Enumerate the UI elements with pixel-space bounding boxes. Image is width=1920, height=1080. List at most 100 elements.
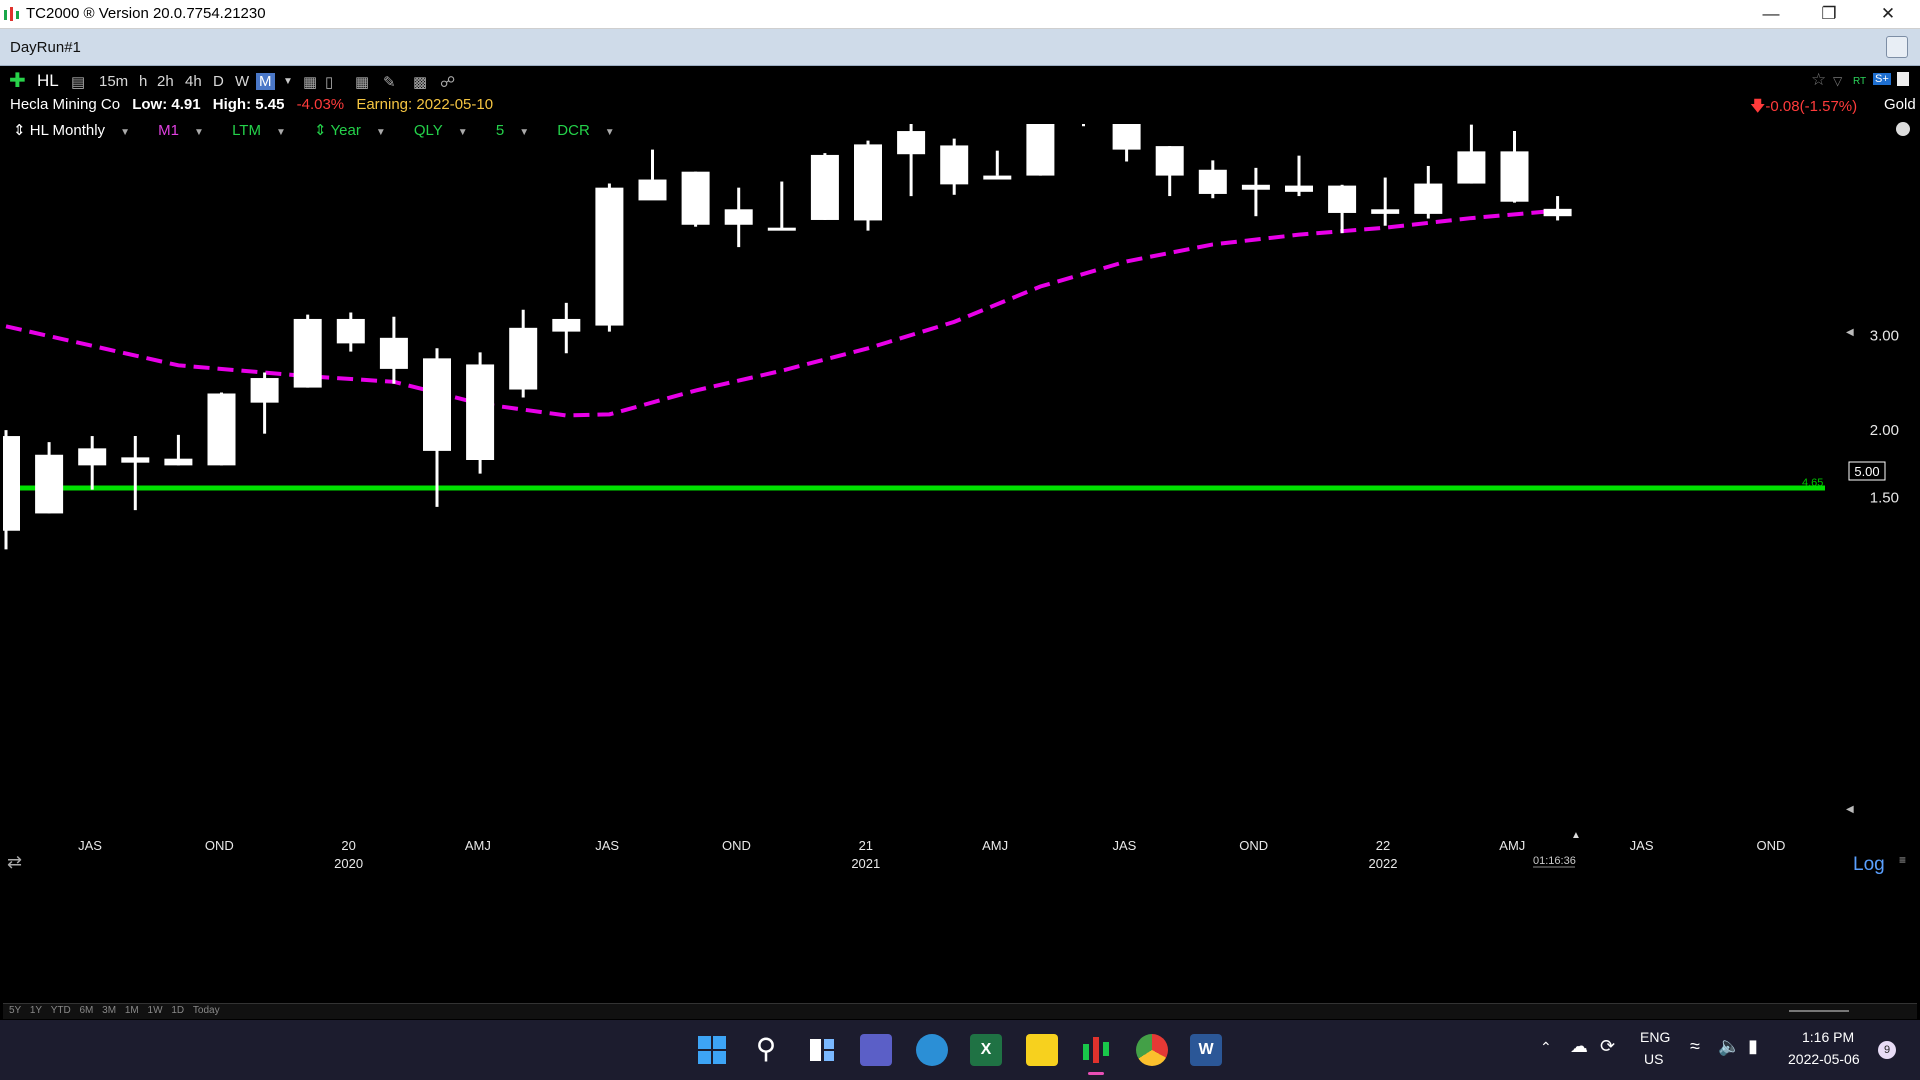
candle[interactable]: [724, 187, 753, 248]
watchlist-name[interactable]: Gold: [1884, 96, 1916, 113]
timeframe-2h[interactable]: 2h: [157, 73, 174, 90]
scroll-down-marker-icon[interactable]: ◀: [1846, 804, 1854, 815]
range-1w[interactable]: 1W: [148, 1005, 163, 1016]
close-button[interactable]: ✕: [1865, 0, 1911, 28]
timeframe-d[interactable]: D: [213, 73, 224, 90]
search-icon[interactable]: ⚲: [750, 1034, 782, 1066]
candle[interactable]: [293, 314, 322, 388]
range-1y[interactable]: 1Y: [30, 1005, 42, 1016]
candle[interactable]: [1285, 155, 1313, 197]
range-3m[interactable]: 3M: [102, 1005, 116, 1016]
timeframe-h[interactable]: h: [139, 73, 147, 90]
timeframe-w[interactable]: W: [235, 73, 249, 90]
sync-tray-icon[interactable]: ⟳: [1600, 1036, 1615, 1057]
symbol-label[interactable]: HL: [37, 71, 59, 91]
pencil-icon[interactable]: ✎: [383, 73, 396, 91]
clock-time[interactable]: 1:16 PM: [1802, 1029, 1854, 1045]
candle[interactable]: [1543, 196, 1572, 221]
timeframe-15m[interactable]: 15m: [99, 73, 128, 90]
candle[interactable]: [983, 150, 1012, 180]
chrome-icon[interactable]: [1136, 1034, 1168, 1066]
candle[interactable]: [1371, 177, 1400, 226]
note-icon[interactable]: [1897, 72, 1909, 86]
timeframe-4h[interactable]: 4h: [185, 73, 202, 90]
candle[interactable]: [164, 434, 193, 466]
candle[interactable]: [1328, 184, 1357, 234]
candle[interactable]: [1026, 124, 1055, 176]
excel-icon[interactable]: X: [970, 1034, 1002, 1066]
candle[interactable]: [810, 153, 839, 220]
candle[interactable]: [552, 302, 581, 354]
candle[interactable]: [35, 442, 64, 514]
grid-icon[interactable]: ▦: [355, 73, 369, 91]
start-icon[interactable]: [696, 1034, 728, 1066]
log-scale-toggle[interactable]: Log: [1853, 854, 1885, 875]
bars-icon[interactable]: ▯: [325, 73, 333, 91]
layout-tab[interactable]: DayRun#1: [10, 39, 81, 56]
scan-icon[interactable]: S+: [1873, 73, 1891, 85]
timeframe-m[interactable]: M: [256, 73, 275, 90]
candle[interactable]: [509, 309, 538, 398]
language-primary[interactable]: ENG: [1640, 1029, 1670, 1045]
candle[interactable]: [207, 392, 236, 466]
candle[interactable]: [1070, 124, 1098, 127]
notification-badge[interactable]: 9: [1878, 1041, 1896, 1059]
chart-type-icon[interactable]: ▦: [303, 73, 317, 91]
candle[interactable]: [1241, 167, 1270, 217]
range-ytd[interactable]: YTD: [51, 1005, 71, 1016]
sticky-notes-icon[interactable]: [1026, 1034, 1058, 1066]
candle[interactable]: [121, 436, 150, 511]
candle[interactable]: [3, 430, 20, 550]
teams-chat-icon[interactable]: [860, 1034, 892, 1066]
candle[interactable]: [1198, 160, 1227, 199]
print-icon[interactable]: ▤: [71, 73, 85, 91]
candle[interactable]: [1155, 146, 1184, 197]
language-secondary[interactable]: US: [1644, 1051, 1663, 1067]
candle[interactable]: [595, 183, 624, 332]
range-1d[interactable]: 1D: [171, 1005, 184, 1016]
candle[interactable]: [854, 140, 882, 231]
task-view-icon[interactable]: [806, 1034, 838, 1066]
volume-icon[interactable]: 🔈: [1718, 1036, 1740, 1057]
filter-icon[interactable]: ▽: [1833, 74, 1842, 88]
range-1m[interactable]: 1M: [125, 1005, 139, 1016]
candle[interactable]: [250, 372, 279, 434]
candle[interactable]: [767, 181, 796, 231]
sync-icon[interactable]: ⇄: [7, 852, 22, 872]
candle[interactable]: [897, 124, 926, 197]
timeframe-dropdown-icon[interactable]: ▼: [283, 76, 293, 87]
candle[interactable]: [681, 171, 710, 227]
candle[interactable]: [336, 312, 365, 352]
range-5y[interactable]: 5Y: [9, 1005, 21, 1016]
candle[interactable]: [1500, 131, 1529, 203]
candle[interactable]: [78, 436, 107, 490]
candle[interactable]: [638, 149, 667, 201]
price-chart[interactable]: 4.65 15.0010.003.002.001.50 JASOND202020…: [3, 124, 1917, 994]
star-icon[interactable]: ☆: [1811, 70, 1826, 90]
scroll-handle[interactable]: [1789, 1010, 1849, 1012]
onedrive-icon[interactable]: ☁: [1570, 1036, 1588, 1057]
minimize-button[interactable]: —: [1748, 0, 1794, 28]
window-restore-icon[interactable]: [1886, 36, 1908, 58]
scale-menu-icon[interactable]: ≡: [1899, 853, 1906, 867]
candle[interactable]: [466, 352, 495, 474]
layers-icon[interactable]: ▩: [413, 73, 427, 91]
scroll-up-marker-icon[interactable]: ◀: [1846, 327, 1854, 338]
battery-icon[interactable]: ▮: [1748, 1036, 1758, 1057]
word-icon[interactable]: W: [1190, 1034, 1222, 1066]
candle[interactable]: [423, 348, 451, 507]
add-icon[interactable]: ✚: [9, 68, 26, 93]
tc2000-taskbar-icon[interactable]: [1080, 1034, 1112, 1066]
candle[interactable]: [1112, 124, 1141, 162]
candle[interactable]: [1414, 165, 1443, 219]
candle[interactable]: [1457, 124, 1486, 184]
range-6m[interactable]: 6M: [79, 1005, 93, 1016]
restore-button[interactable]: ❐: [1806, 0, 1852, 28]
candle[interactable]: [940, 138, 969, 195]
tray-chevron-icon[interactable]: ⌃: [1540, 1039, 1552, 1056]
range-today[interactable]: Today: [193, 1005, 220, 1016]
clock-date[interactable]: 2022-05-06: [1788, 1051, 1860, 1067]
candle[interactable]: [379, 316, 408, 384]
paint-icon[interactable]: [916, 1034, 948, 1066]
share-icon[interactable]: ☍: [440, 73, 455, 91]
